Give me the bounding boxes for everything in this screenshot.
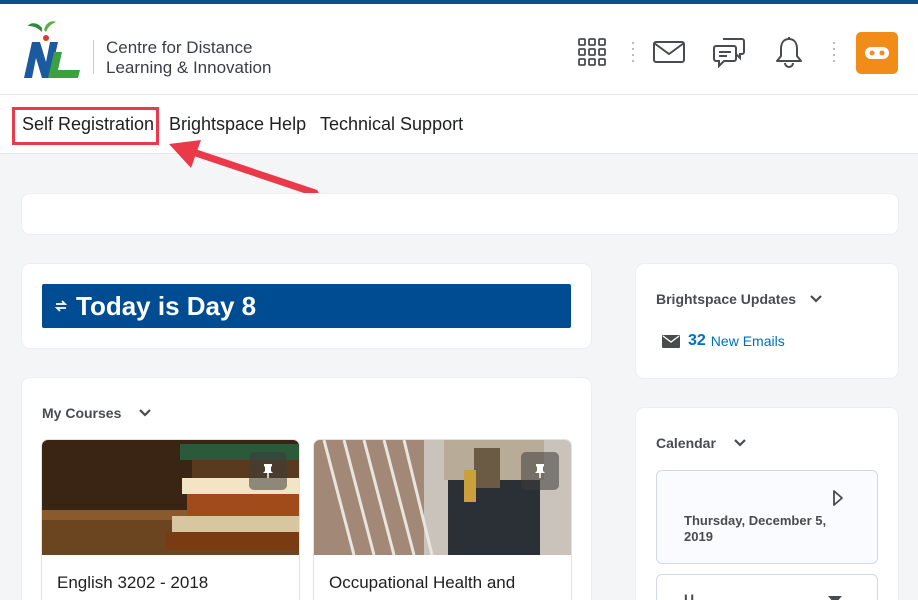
- calendar-next-section[interactable]: U: [656, 574, 878, 600]
- nav-technical-support[interactable]: Technical Support: [320, 114, 463, 135]
- brand-name[interactable]: Centre for Distance Learning & Innovatio…: [106, 38, 271, 78]
- my-courses-title: My Courses: [42, 405, 122, 421]
- brand-name-line1: Centre for Distance: [106, 38, 253, 57]
- course-tile-occupational-health[interactable]: Occupational Health and: [314, 440, 571, 600]
- brightspace-updates-card: [636, 264, 898, 378]
- chevron-down-icon[interactable]: [809, 294, 823, 304]
- notifications-button[interactable]: [771, 34, 807, 70]
- filter-icon[interactable]: [827, 595, 843, 600]
- chat-icon: [713, 38, 745, 68]
- header-separator: [632, 42, 634, 64]
- email-count: 32: [688, 332, 706, 349]
- calendar-next-section-text: U: [684, 591, 695, 600]
- course-title[interactable]: Occupational Health and: [329, 573, 515, 593]
- app-grid-button[interactable]: [574, 34, 610, 70]
- envelope-icon: [662, 334, 680, 348]
- announcement-card: [22, 194, 898, 234]
- day-banner: Today is Day 8: [42, 284, 571, 328]
- nl-logo-icon[interactable]: [20, 18, 84, 82]
- new-emails-link[interactable]: 32 New Emails: [662, 332, 785, 350]
- pin-icon: [535, 464, 545, 478]
- avatar-icon: [865, 47, 889, 59]
- top-header: Centre for Distance Learning & Innovatio…: [0, 0, 918, 95]
- calendar-date: Thursday, December 5, 2019: [684, 513, 827, 544]
- nav-brightspace-help[interactable]: Brightspace Help: [169, 114, 306, 135]
- course-title[interactable]: English 3202 - 2018: [57, 573, 208, 593]
- highlight-box: [12, 107, 159, 145]
- chevron-down-icon[interactable]: [138, 408, 152, 418]
- chat-button[interactable]: [711, 34, 747, 70]
- app-grid-icon: [578, 38, 606, 66]
- header-separator: [833, 42, 835, 64]
- email-label: New Emails: [710, 333, 785, 349]
- mail-button[interactable]: [651, 34, 687, 70]
- chevron-down-icon[interactable]: [733, 438, 747, 448]
- user-avatar-button[interactable]: [856, 32, 898, 74]
- brand-name-line2: Learning & Innovation: [106, 58, 272, 77]
- calendar-title: Calendar: [656, 435, 716, 451]
- rotation-icon: [54, 300, 68, 312]
- logo-divider: [93, 40, 94, 74]
- pin-button[interactable]: [249, 452, 287, 490]
- mail-icon: [653, 41, 685, 63]
- pin-button[interactable]: [521, 452, 559, 490]
- bell-icon: [776, 37, 802, 68]
- course-tile-english[interactable]: English 3202 - 2018: [42, 440, 299, 600]
- calendar-date-panel: Thursday, December 5, 2019: [656, 470, 878, 564]
- day-banner-text: Today is Day 8: [76, 290, 257, 321]
- pin-icon: [263, 464, 273, 478]
- next-day-arrow-icon[interactable]: [832, 489, 844, 507]
- updates-title: Brightspace Updates: [656, 291, 797, 307]
